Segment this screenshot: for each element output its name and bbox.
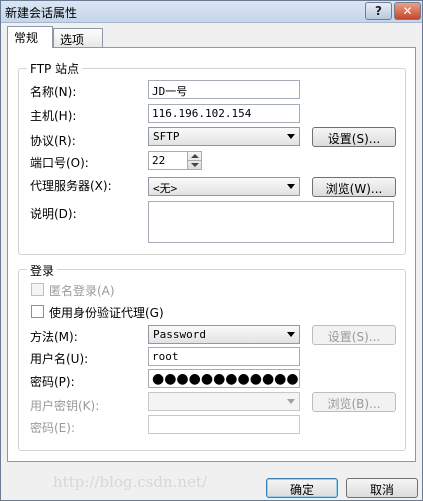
protocol-settings-button[interactable]: 设置(S)... (312, 127, 396, 147)
stepper-up-icon[interactable] (191, 154, 199, 158)
username-input[interactable]: root (148, 347, 300, 366)
stepper-down-icon[interactable] (191, 163, 199, 167)
login-group-title: 登录 (27, 262, 58, 279)
protocol-selected-value: SFTP (153, 130, 180, 143)
protocol-select[interactable]: SFTP (148, 127, 300, 146)
help-button[interactable]: ? (365, 2, 392, 20)
stepper-divider (188, 160, 201, 161)
port-label: 端口号(O): (30, 156, 89, 170)
host-input[interactable]: 116.196.102.154 (148, 104, 300, 123)
anonymous-login-checkbox[interactable] (31, 283, 44, 296)
method-settings-button[interactable]: 设置(S)... (312, 325, 396, 345)
password-masked-value: ●●●●●●●●●●●●●● (152, 371, 299, 387)
cancel-button[interactable]: 取消 (346, 478, 418, 498)
host-label: 主机(H): (30, 109, 77, 123)
port-input[interactable]: 22 (148, 151, 188, 170)
ftp-site-group-title: FTP 站点 (27, 60, 83, 77)
user-key-select[interactable] (148, 392, 300, 411)
proxy-selected-value: <无> (153, 182, 178, 195)
password-input[interactable]: ●●●●●●●●●●●●●● (148, 369, 300, 388)
user-key-label: 用户密钥(K): (30, 399, 100, 413)
description-textarea[interactable] (148, 201, 394, 243)
window-title: 新建会话属性 (5, 6, 78, 20)
ok-button[interactable]: 确定 (266, 478, 338, 498)
user-key-browse-button[interactable]: 浏览(B)... (312, 392, 396, 412)
session-properties-dialog: 新建会话属性 ? ✕ 常规 选项 FTP 站点 名称(N): JD一号 主机(H… (0, 0, 423, 501)
close-button[interactable]: ✕ (394, 2, 421, 20)
method-label: 方法(M): (30, 330, 78, 344)
proxy-label: 代理服务器(X): (30, 179, 112, 193)
method-select[interactable]: Password (148, 325, 300, 344)
watermark-text: http://blog.csdn.net/ (53, 473, 208, 491)
proxy-browse-button[interactable]: 浏览(W)... (312, 177, 396, 197)
use-auth-agent-checkbox[interactable] (31, 305, 44, 318)
passphrase-input[interactable] (148, 415, 300, 434)
chevron-down-icon (287, 399, 295, 404)
description-label: 说明(D): (30, 207, 77, 221)
tab-general[interactable]: 常规 (7, 26, 53, 48)
passphrase-label: 密码(E): (30, 421, 75, 435)
port-stepper[interactable] (187, 151, 202, 170)
name-label: 名称(N): (30, 85, 77, 99)
method-selected-value: Password (153, 328, 206, 341)
title-bar[interactable]: 新建会话属性 ? ✕ (1, 1, 422, 23)
tab-options[interactable]: 选项 (53, 28, 103, 48)
chevron-down-icon (287, 184, 295, 189)
anonymous-login-label: 匿名登录(A) (49, 284, 115, 298)
protocol-label: 协议(R): (30, 134, 76, 148)
proxy-select[interactable]: <无> (148, 177, 300, 196)
chevron-down-icon (287, 134, 295, 139)
chevron-down-icon (287, 332, 295, 337)
password-label: 密码(P): (30, 375, 75, 389)
username-label: 用户名(U): (30, 352, 89, 366)
name-input[interactable]: JD一号 (148, 80, 300, 99)
use-auth-agent-label: 使用身份验证代理(G) (49, 306, 164, 320)
